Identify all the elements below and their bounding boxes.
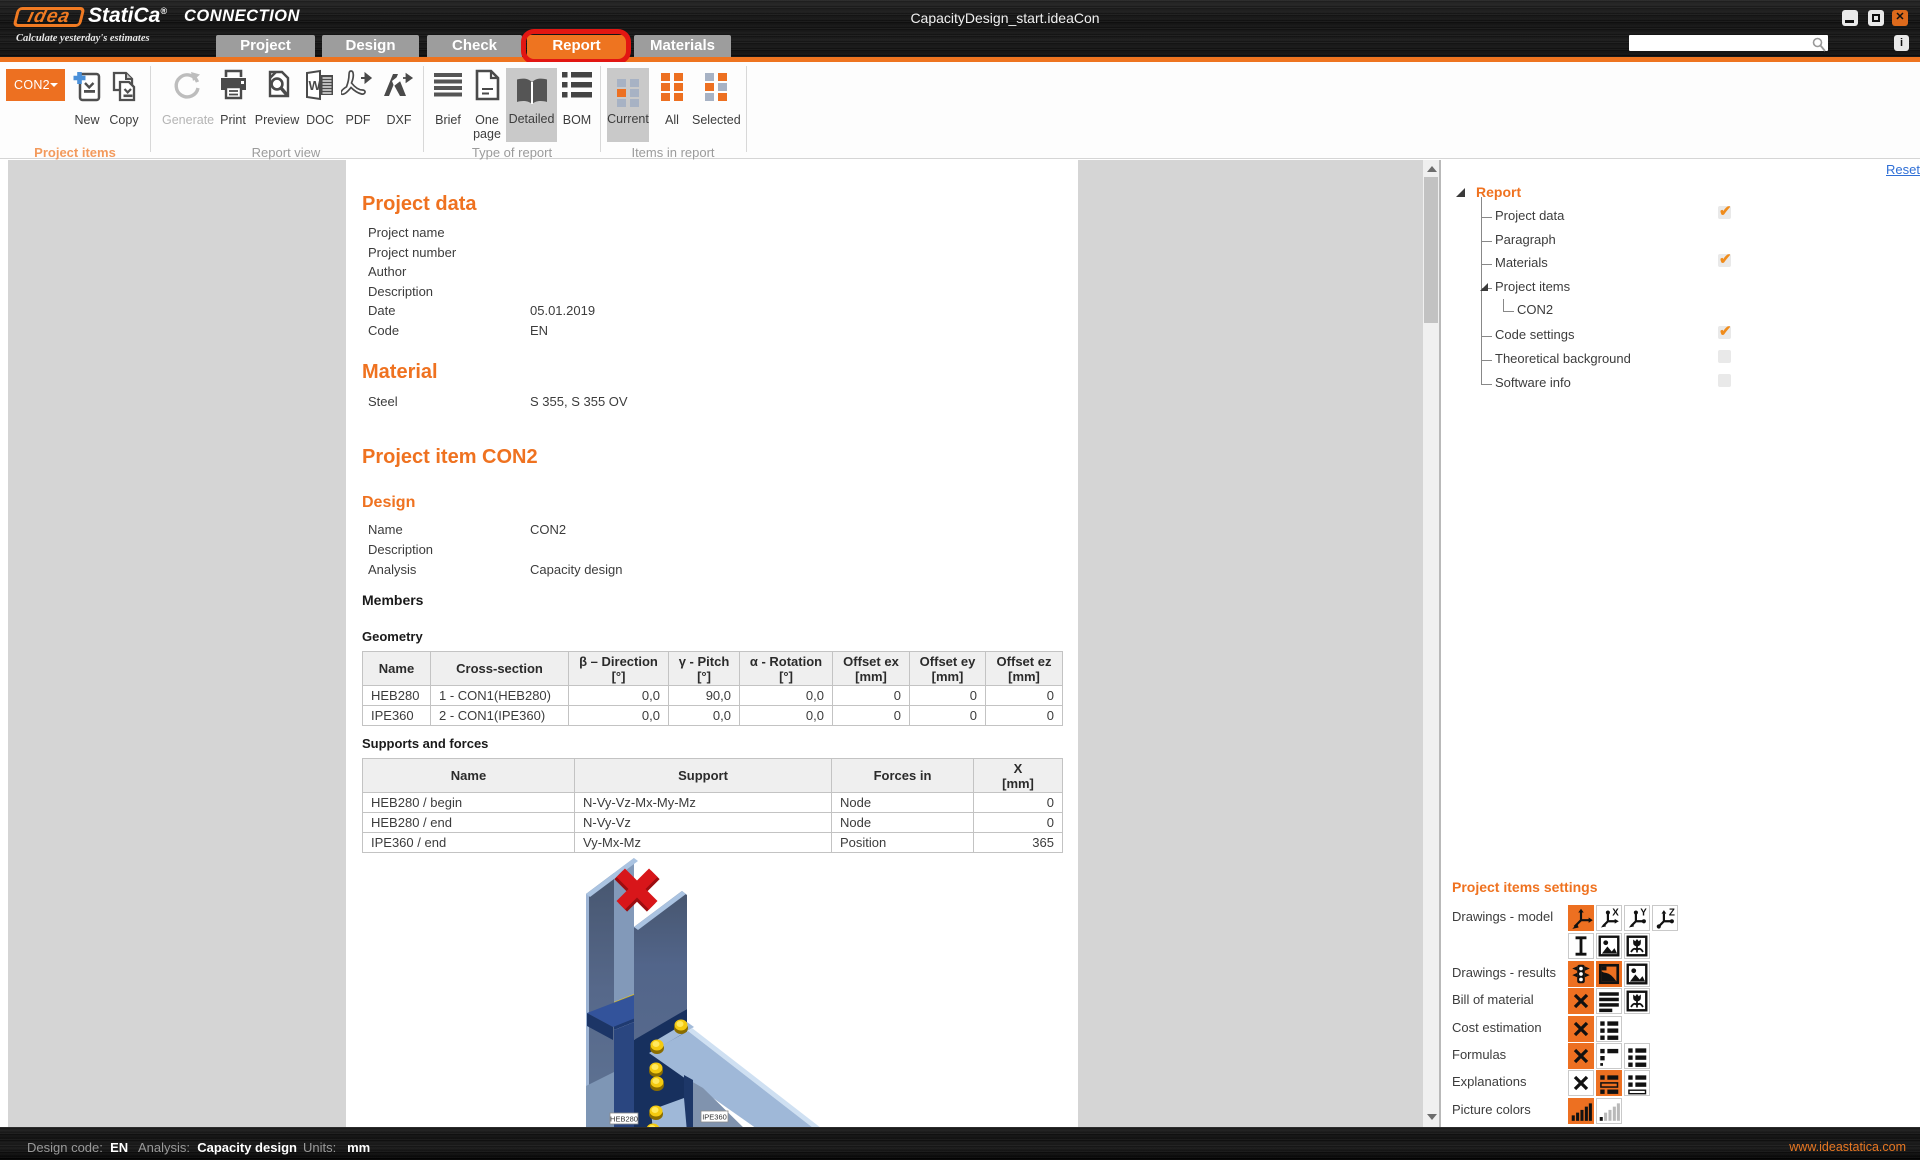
svg-text:X: X <box>1612 907 1619 918</box>
svg-text:Z: Z <box>1669 907 1675 918</box>
svg-text:HEB280: HEB280 <box>610 1115 638 1124</box>
svg-text:Y: Y <box>1640 907 1647 918</box>
svg-text:W: W <box>309 78 322 93</box>
svg-text:IPE360: IPE360 <box>702 1113 727 1122</box>
